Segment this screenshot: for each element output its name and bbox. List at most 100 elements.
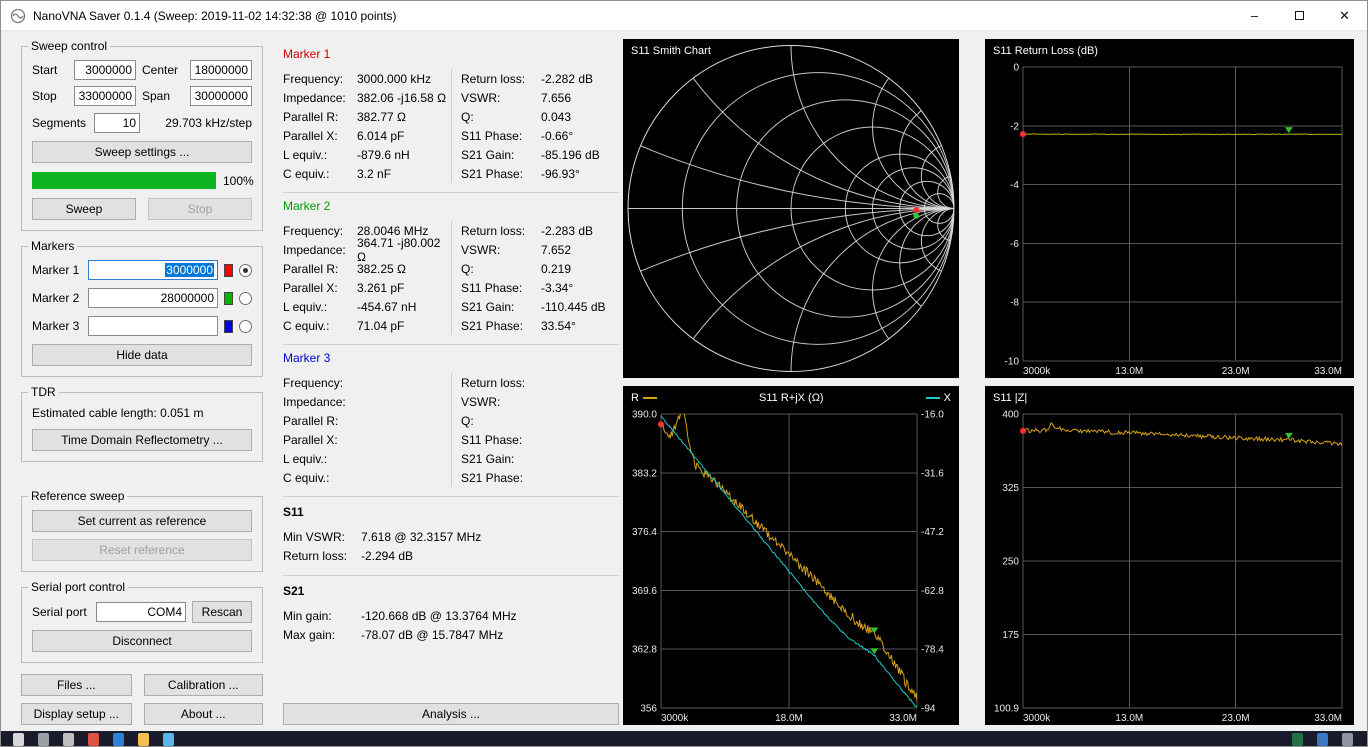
z-magnitude-chart-canvas[interactable]: 400 325 250 175 100.9 3000k 13.0M 23.0M 33.0M	[985, 404, 1354, 725]
windows-taskbar[interactable]	[1, 731, 1367, 746]
center-input[interactable]: 18000000	[190, 60, 252, 80]
cortana-search-icon[interactable]	[38, 733, 49, 746]
excel-icon[interactable]	[1292, 733, 1303, 746]
svg-text:376.4: 376.4	[632, 527, 657, 538]
marker-frequency-input[interactable]	[88, 316, 218, 336]
data-value: -454.67 nH	[357, 299, 417, 314]
sweep-settings-button[interactable]: Sweep settings ...	[32, 141, 252, 163]
analysis-button[interactable]: Analysis ...	[283, 703, 619, 725]
hide-data-button[interactable]: Hide data	[32, 344, 252, 366]
data-label: Q:	[461, 109, 474, 124]
data-value: 3.2 nF	[357, 166, 392, 181]
svg-text:-31.6: -31.6	[921, 468, 944, 479]
data-value: 7.656	[541, 90, 572, 105]
s11-summary-rows: Min VSWR: 7.618 @ 32.3157 MHz Return loss:…	[283, 527, 619, 565]
set-reference-button[interactable]: Set current as reference	[32, 510, 252, 532]
tray-icon[interactable]	[1342, 733, 1353, 746]
data-label: Parallel X:	[283, 280, 338, 295]
app-blue-icon[interactable]	[1317, 733, 1328, 746]
s21-summary-rows: Min gain: -120.668 dB @ 13.3764 MHz Max ga…	[283, 606, 619, 644]
data-label: L equiv.:	[283, 451, 328, 466]
disconnect-button[interactable]: Disconnect	[32, 630, 252, 652]
titlebar: NanoVNA Saver 0.1.4 (Sweep: 2019-11-02 1…	[1, 1, 1367, 31]
return-loss-chart-canvas[interactable]: 0 -2 -4 -6 -8 -103000k 13.0M 23.0M 33.0M	[985, 57, 1354, 378]
rescan-button[interactable]: Rescan	[192, 601, 252, 623]
file-explorer-icon[interactable]	[138, 733, 149, 746]
data-value: 382.06 -j16.58 Ω	[357, 90, 447, 105]
marker-panels: Marker 1 Frequency: 3000.000 kHz Impedance:…	[283, 41, 619, 496]
sweep-progress-bar	[32, 172, 216, 189]
data-value: -0.66°	[541, 128, 574, 143]
cable-length-text: Estimated cable length: 0.051 m	[32, 406, 204, 420]
files-button[interactable]: Files ...	[21, 674, 132, 696]
start-button[interactable]	[13, 733, 24, 746]
reset-reference-button[interactable]: Reset reference	[32, 539, 252, 561]
summary-value: -120.668 dB @ 13.3764 MHz	[361, 608, 517, 623]
data-label: Impedance:	[283, 242, 346, 257]
r-jx-chart-panel[interactable]: R S11 R+jX (Ω) X 390.0 383.2 376.4 369.6 362…	[623, 386, 959, 725]
center-value: 18000000	[194, 63, 248, 77]
calibration-button[interactable]: Calibration ...	[143, 674, 263, 696]
svg-text:369.6: 369.6	[632, 586, 657, 597]
app-icon	[10, 8, 26, 24]
data-label: S21 Gain:	[461, 147, 515, 162]
data-label: S21 Phase:	[461, 318, 524, 333]
data-label: S21 Phase:	[461, 166, 524, 181]
stop-input[interactable]: 33000000	[74, 86, 136, 106]
marker-color-swatch	[224, 263, 233, 277]
svg-text:-2: -2	[1010, 121, 1019, 132]
data-value: -2.283 dB	[541, 223, 594, 238]
chrome-icon[interactable]	[88, 733, 99, 746]
marker-select-radio[interactable]	[239, 319, 252, 333]
r-legend-label: R	[631, 392, 639, 404]
taskbar-right-icons	[1292, 733, 1353, 746]
span-input[interactable]: 30000000	[190, 86, 252, 106]
about-button[interactable]: About ...	[143, 703, 263, 725]
svg-text:18.0M: 18.0M	[775, 713, 803, 724]
marker-frequency-value: 28000000	[160, 291, 214, 305]
z-magnitude-chart-panel[interactable]: S11 |Z| 400 325 250 175 100.9 3000k 13.0M 23.0M…	[985, 386, 1354, 725]
minimize-button[interactable]: –	[1232, 1, 1277, 30]
stop-value: 33000000	[78, 89, 132, 103]
start-input[interactable]: 3000000	[74, 60, 136, 80]
display-setup-button[interactable]: Display setup ...	[21, 703, 132, 725]
span-value: 30000000	[194, 89, 248, 103]
marker-select-radio[interactable]	[239, 291, 252, 305]
maximize-button[interactable]	[1277, 1, 1322, 30]
markers-group-title: Markers	[28, 239, 78, 253]
svg-text:100.9: 100.9	[994, 704, 1019, 715]
marker-panel-title: Marker 2	[283, 199, 331, 213]
marker-select-radio[interactable]	[239, 263, 252, 277]
r-jx-chart-canvas[interactable]: 390.0 383.2 376.4 369.6 362.8 356 -16.0 -31.6 -4…	[623, 404, 959, 725]
sweep-button[interactable]: Sweep	[32, 198, 136, 220]
smith-chart-canvas[interactable]	[623, 39, 959, 378]
serial-port-input[interactable]: COM4	[96, 602, 186, 622]
smith-chart-panel[interactable]: S11 Smith Chart	[623, 39, 959, 378]
tdr-button[interactable]: Time Domain Reflectometry ...	[32, 429, 252, 451]
data-label: S11 Phase:	[461, 432, 523, 447]
svg-text:-4: -4	[1010, 180, 1019, 191]
data-label: Return loss:	[461, 223, 526, 238]
data-label: Parallel R:	[283, 109, 339, 124]
summary-label: Min VSWR:	[283, 529, 346, 544]
data-value: 0.219	[541, 261, 572, 276]
data-label: C equiv.:	[283, 166, 330, 181]
serial-port-value: COM4	[147, 605, 182, 619]
svg-text:-8: -8	[1010, 298, 1019, 309]
edge-icon[interactable]	[113, 733, 124, 746]
charts-area: S11 Smith Chart S11 Return Loss (dB) 0 -2…	[623, 39, 1354, 725]
segments-value: 10	[122, 116, 137, 130]
close-button[interactable]: ✕	[1322, 1, 1367, 30]
marker-row: Marker 1 3000000	[32, 260, 252, 280]
marker-frequency-input[interactable]: 28000000	[88, 288, 218, 308]
store-icon[interactable]	[163, 733, 174, 746]
segments-input[interactable]: 10	[94, 113, 141, 133]
return-loss-chart-panel[interactable]: S11 Return Loss (dB) 0 -2 -4 -6 -8 -10 3000k 13…	[985, 39, 1354, 378]
data-label: Impedance:	[283, 394, 346, 409]
marker-frequency-input[interactable]: 3000000	[88, 260, 218, 280]
task-view-icon[interactable]	[63, 733, 74, 746]
stop-button[interactable]: Stop	[148, 198, 252, 220]
marker-label: Marker 2	[32, 291, 80, 305]
data-value: 33.54°	[541, 318, 576, 333]
data-value: -110.445 dB	[541, 299, 606, 314]
